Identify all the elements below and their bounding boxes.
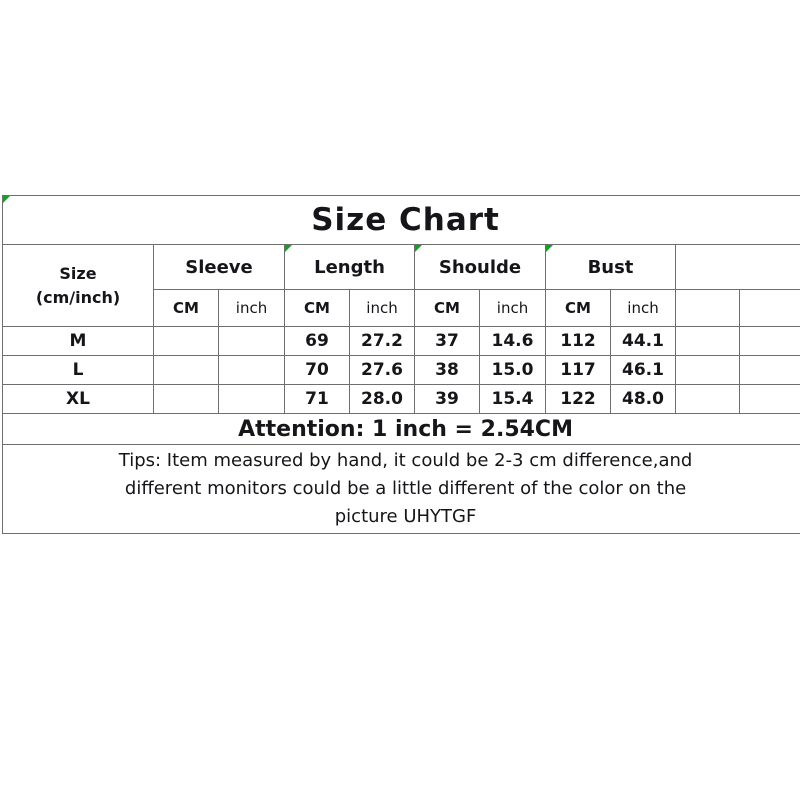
cell-l-sleeve-cm xyxy=(153,355,219,385)
table-row: M 69 27.2 37 14.6 112 44.1 xyxy=(2,326,800,356)
cell-m-shoulde-inch: 14.6 xyxy=(479,326,546,356)
unit-header-extra-1 xyxy=(675,289,740,327)
measurement-header-empty xyxy=(674,244,800,290)
unit-header-length-cm: CM xyxy=(284,289,350,327)
unit-header-bust-inch: inch xyxy=(610,289,676,327)
cell-l-length-inch: 27.6 xyxy=(349,355,415,385)
tips-line-3: picture UHYTGF xyxy=(334,505,477,527)
tips-note: Tips: Item measured by hand, it could be… xyxy=(1,444,800,534)
measurement-header-shoulde: Shoulde xyxy=(414,244,546,290)
table-row: XL 71 28.0 39 15.4 122 48.0 xyxy=(2,384,800,414)
cell-l-extra-1 xyxy=(675,355,740,385)
size-chart-container: Size Chart Size (cm/inch) Sleeve Length … xyxy=(1,195,800,545)
cell-m-bust-inch: 44.1 xyxy=(610,326,676,356)
cell-l-shoulde-inch: 15.0 xyxy=(479,355,546,385)
tips-line-2: different monitors could be a little dif… xyxy=(124,478,687,500)
size-row-header: Size (cm/inch) xyxy=(2,244,154,327)
cell-l-length-cm: 70 xyxy=(284,355,350,385)
cell-l-shoulde-cm: 38 xyxy=(414,355,480,385)
cell-m-sleeve-inch xyxy=(218,326,285,356)
title-row: Size Chart xyxy=(1,195,800,245)
unit-header-sleeve-cm: CM xyxy=(153,289,219,327)
cell-m-sleeve-cm xyxy=(153,326,219,356)
cell-m-length-inch: 27.2 xyxy=(349,326,415,356)
cell-l-extra-2 xyxy=(738,355,800,385)
row-size-xl: XL xyxy=(2,384,154,414)
measurement-header-row: Size (cm/inch) Sleeve Length Shoulde Bus… xyxy=(2,244,800,327)
measurement-header-length: Length xyxy=(284,244,415,290)
size-chart-table: Size Chart Size (cm/inch) Sleeve Length … xyxy=(1,195,800,534)
cell-m-length-cm: 69 xyxy=(284,326,350,356)
comment-marker-icon xyxy=(285,245,292,252)
cell-xl-sleeve-inch xyxy=(218,384,285,414)
comment-marker-icon xyxy=(3,196,10,203)
table-row: L 70 27.6 38 15.0 117 46.1 xyxy=(2,355,800,385)
measurement-header-bust: Bust xyxy=(545,244,676,290)
cell-xl-length-cm: 71 xyxy=(284,384,350,414)
unit-header-sleeve-inch: inch xyxy=(218,289,285,327)
chart-title: Size Chart xyxy=(1,195,800,245)
size-chart-page: Size Chart Size (cm/inch) Sleeve Length … xyxy=(0,0,800,800)
cell-xl-sleeve-cm xyxy=(153,384,219,414)
row-size-m: M xyxy=(2,326,154,356)
cell-xl-extra-1 xyxy=(675,384,740,414)
unit-header-shoulde-inch: inch xyxy=(479,289,546,327)
row-size-l: L xyxy=(2,355,154,385)
comment-marker-icon xyxy=(546,245,553,252)
unit-header-shoulde-cm: CM xyxy=(414,289,480,327)
size-header-line1: Size xyxy=(59,263,97,283)
unit-header-extra-2 xyxy=(738,289,800,327)
cell-m-bust-cm: 112 xyxy=(545,326,611,356)
cell-xl-shoulde-cm: 39 xyxy=(414,384,480,414)
cell-l-sleeve-inch xyxy=(218,355,285,385)
comment-marker-icon xyxy=(415,245,422,252)
size-header-line2: (cm/inch) xyxy=(35,287,121,307)
unit-header-bust-cm: CM xyxy=(545,289,611,327)
cell-m-extra-1 xyxy=(675,326,740,356)
cell-m-shoulde-cm: 37 xyxy=(414,326,480,356)
cell-xl-shoulde-inch: 15.4 xyxy=(479,384,546,414)
cell-xl-length-inch: 28.0 xyxy=(349,384,415,414)
cell-l-bust-inch: 46.1 xyxy=(610,355,676,385)
attention-row: Attention: 1 inch = 2.54CM xyxy=(1,413,800,445)
cell-xl-extra-2 xyxy=(738,384,800,414)
tips-line-1: Tips: Item measured by hand, it could be… xyxy=(118,450,693,472)
measurement-header-sleeve: Sleeve xyxy=(153,244,285,290)
tips-row: Tips: Item measured by hand, it could be… xyxy=(1,444,800,534)
attention-note: Attention: 1 inch = 2.54CM xyxy=(1,413,800,445)
cell-m-extra-2 xyxy=(738,326,800,356)
unit-header-length-inch: inch xyxy=(349,289,415,327)
cell-l-bust-cm: 117 xyxy=(545,355,611,385)
cell-xl-bust-cm: 122 xyxy=(545,384,611,414)
cell-xl-bust-inch: 48.0 xyxy=(610,384,676,414)
